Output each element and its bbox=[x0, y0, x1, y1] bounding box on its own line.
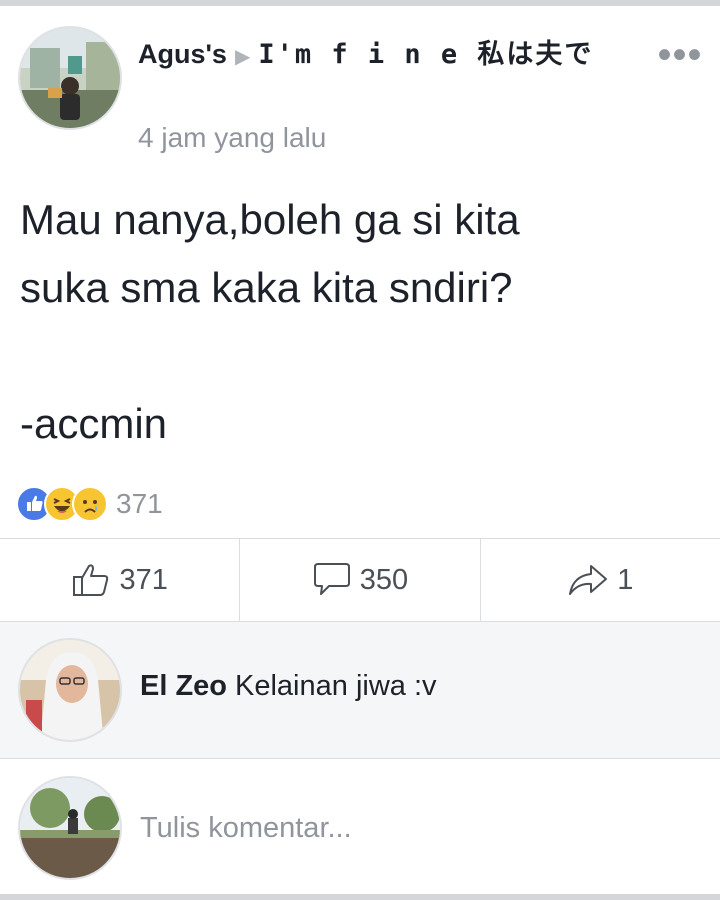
post-header: Agus's ▶ I'm f i n e 私は夫で ••• 4 jam yang l… bbox=[0, 18, 720, 168]
current-user-avatar[interactable] bbox=[18, 776, 122, 880]
comment-text: Kelainan jiwa :v bbox=[235, 670, 437, 702]
action-bar: 371 350 1 bbox=[0, 538, 720, 622]
author-line: Agus's ▶ I'm f i n e 私は夫で bbox=[138, 32, 648, 79]
share-button[interactable]: 1 bbox=[479, 539, 720, 621]
commenter-name[interactable]: El Zeo bbox=[140, 670, 227, 702]
like-count: 371 bbox=[119, 563, 168, 596]
share-count: 1 bbox=[617, 563, 634, 596]
comment-input[interactable] bbox=[140, 808, 680, 848]
share-arrow-icon bbox=[569, 565, 608, 595]
group-name[interactable]: I'm f i n e 私は夫で bbox=[258, 39, 593, 70]
reaction-count[interactable]: 371 bbox=[116, 488, 163, 520]
comment-item: El Zeo Kelainan jiwa :v bbox=[0, 622, 720, 759]
sad-reaction-icon bbox=[72, 486, 108, 522]
reactions-summary[interactable]: 371 bbox=[16, 484, 163, 524]
author-avatar[interactable] bbox=[18, 26, 122, 130]
author-name[interactable]: Agus's bbox=[138, 39, 227, 69]
post-text: Mau nanya,boleh ga si kita suka sma kaka… bbox=[20, 196, 520, 447]
comment-button[interactable]: 350 bbox=[239, 539, 479, 621]
top-divider bbox=[0, 0, 720, 6]
comment-count: 350 bbox=[359, 563, 409, 596]
commenter-avatar[interactable] bbox=[18, 638, 122, 742]
like-button[interactable]: 371 bbox=[0, 539, 239, 621]
post-timestamp[interactable]: 4 jam yang lalu bbox=[138, 122, 326, 154]
thumbs-up-icon bbox=[73, 564, 109, 596]
triangle-right-icon: ▶ bbox=[234, 46, 251, 68]
more-horizontal-icon[interactable]: ••• bbox=[656, 35, 704, 78]
comment-composer bbox=[0, 760, 720, 894]
comment-bubble-icon bbox=[313, 563, 350, 595]
bottom-divider bbox=[0, 894, 720, 900]
comment-body: El Zeo Kelainan jiwa :v bbox=[140, 670, 437, 703]
